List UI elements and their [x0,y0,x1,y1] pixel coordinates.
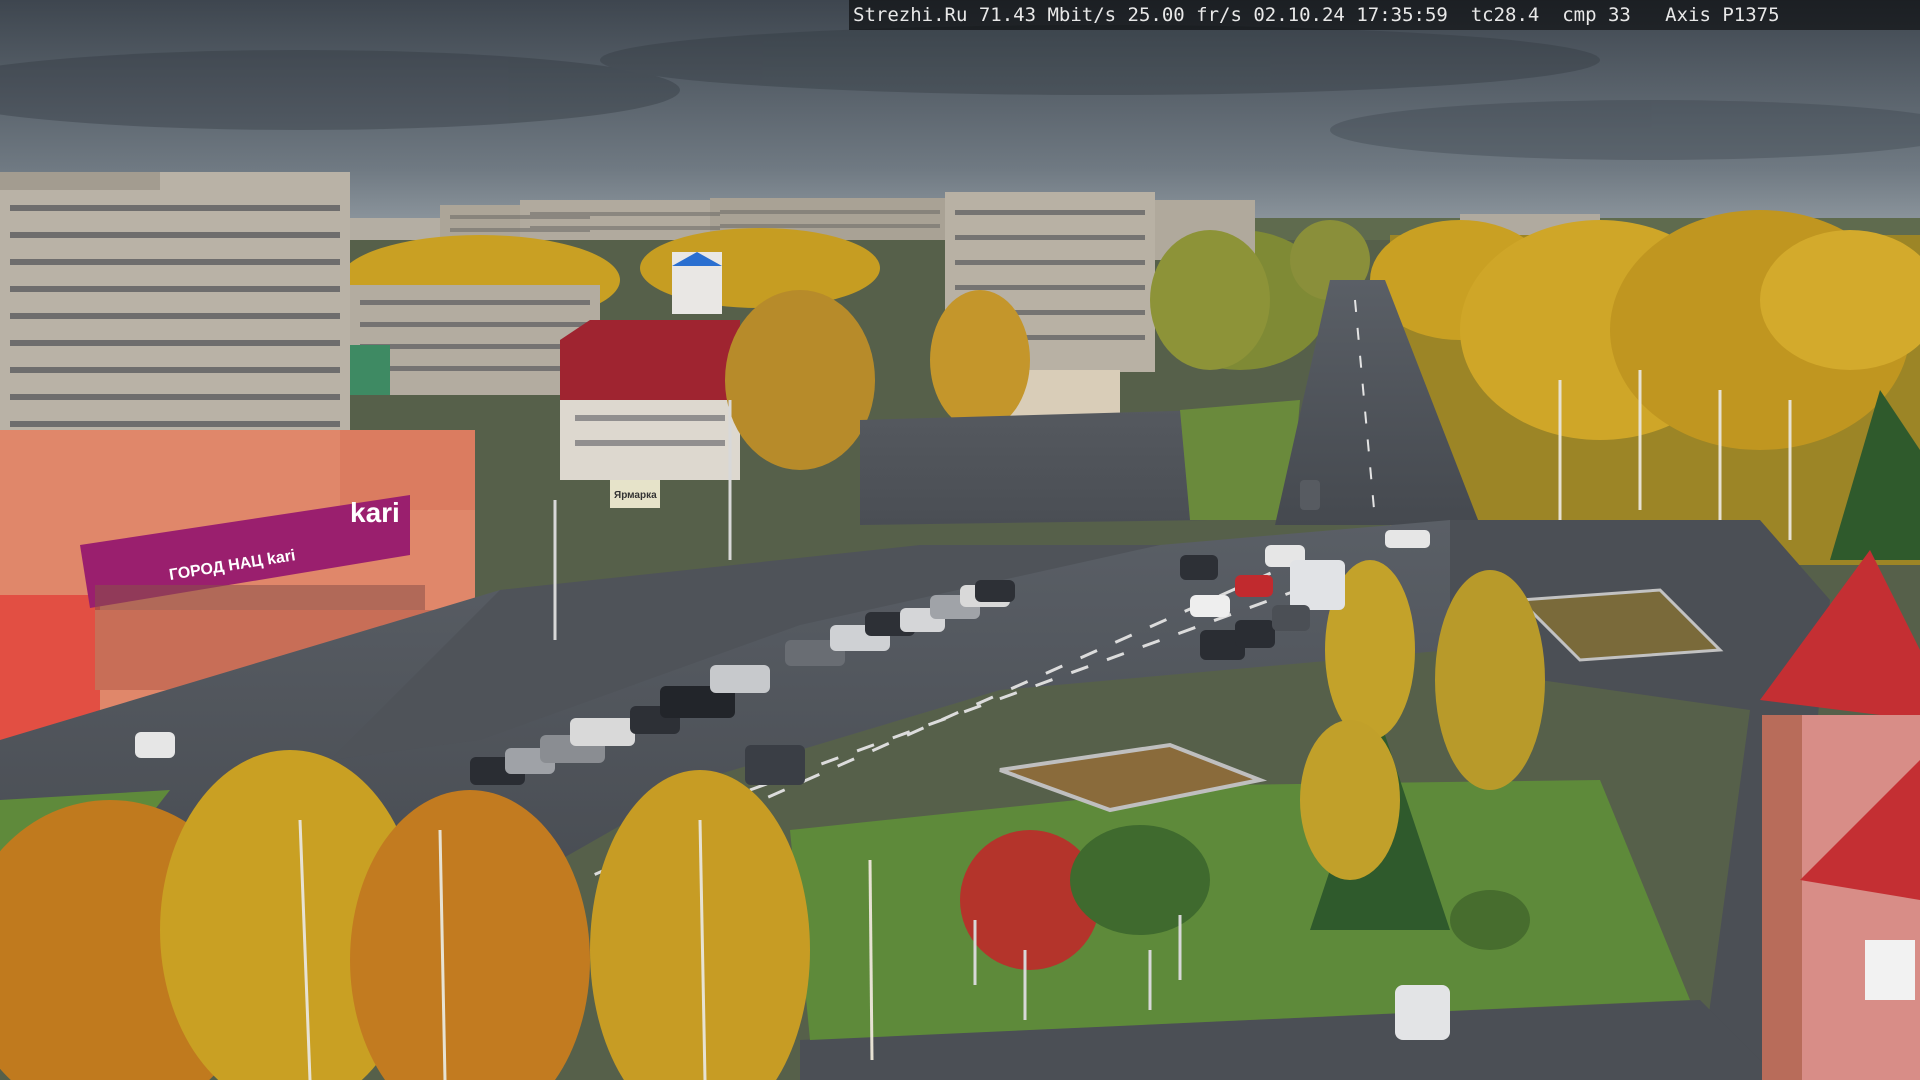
webcam-scene: kari ГОРОД НАЦ kari Ярмарка [0,0,1920,1080]
central-lawn [790,780,1690,1040]
plaza [860,410,1210,525]
kiosk-label: Ярмарка [614,490,657,501]
red-roof-building [560,320,740,480]
store-logo: kari [350,497,400,528]
camera-overlay-text: Strezhi.Ru 71.43 Mbit/s 25.00 fr/s 02.10… [849,0,1920,30]
